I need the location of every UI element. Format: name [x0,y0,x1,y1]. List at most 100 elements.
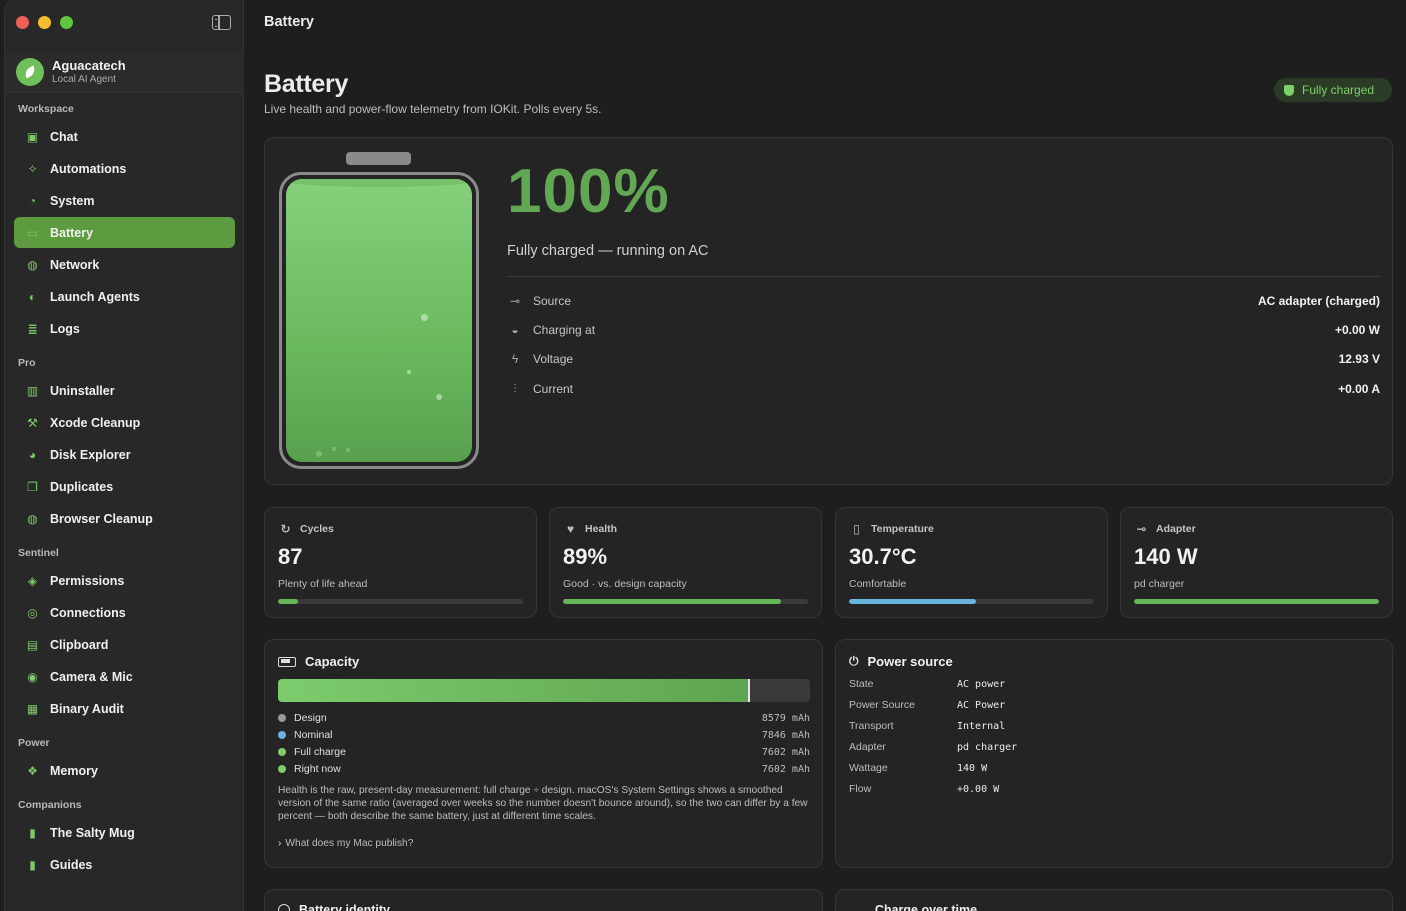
capacity-title: Capacity [278,654,359,669]
sidebar-item-xcode-cleanup[interactable]: ⚒ Xcode Cleanup [14,407,235,438]
hero-row-label: Source [533,294,572,308]
stat-card-adapter: ⊸ Adapter 140 W pd charger [1120,507,1393,618]
sidebar-item-label: The Salty Mug [50,825,135,840]
legend-swatch [278,765,286,773]
sidebar-toggle-icon[interactable] [212,15,231,30]
hero-row-value: AC adapter (charged) [1257,294,1380,308]
sidebar-item-connections[interactable]: ◎ Connections [14,597,235,628]
sidebar-item-guides[interactable]: ▮ Guides [14,849,235,880]
sidebar-item-system[interactable]: ◔ System [14,185,235,216]
clipboard-icon: ▤ [26,637,39,652]
sidebar-item-label: Camera & Mic [50,669,133,684]
sidebar-item-label: Browser Cleanup [50,511,153,526]
stat-label: Adapter [1156,522,1196,535]
power-source-key: Power Source [849,699,915,711]
sidebar-item-label: Disk Explorer [50,447,131,462]
sidebar-item-binary-audit[interactable]: ▦ Binary Audit [14,693,235,724]
status-badge-label: Fully charged [1302,83,1375,97]
sidebar-item-label: Logs [50,321,80,336]
list-icon: ≣ [27,321,38,336]
power-source-key: Flow [849,783,872,795]
hero-row-label: Voltage [533,352,574,366]
globe-icon: ◍ [27,511,38,526]
nav-section-companions: Companions [18,799,82,811]
stat-bar-fill [278,599,298,604]
capacity-legend-full-charge: Full charge 7602 mAh [278,745,810,759]
sidebar-item-battery[interactable]: ▭ Battery [14,217,235,248]
stat-bar [1134,599,1379,604]
legend-label: Design [294,712,327,724]
shield-icon: ◐ [28,289,37,304]
legend-label: Nominal [294,729,333,741]
power-source-row-power-source: Power Source AC Power [849,698,1369,712]
minimize-window-button[interactable] [38,16,51,29]
stat-card-temperature: ▯ Temperature 30.7°C Comfortable [835,507,1108,618]
sidebar-item-camera-mic[interactable]: ◉ Camera & Mic [14,661,235,692]
stat-bar [849,599,1094,604]
close-window-button[interactable] [16,16,29,29]
divider [507,276,1380,277]
sidebar-item-memory[interactable]: ❖ Memory [14,755,235,786]
plug-icon: ⊸ [1136,521,1147,536]
bubble [332,447,336,451]
sidebar-item-launch-agents[interactable]: ◐ Launch Agents [14,281,235,312]
battery-fill [286,179,472,462]
sidebar-item-disk-explorer[interactable]: ◕ Disk Explorer [14,439,235,470]
bubble [421,314,428,321]
stat-value: 30.7°C [849,544,917,569]
power-source-card: ⏻ Power source State AC power Power Source… [835,639,1393,868]
power-source-key: State [849,678,874,690]
stat-value: 140 W [1134,544,1198,569]
bolt-icon: ϟ [511,352,519,366]
stat-header: ⊸ Adapter [1134,521,1196,536]
sidebar-item-permissions[interactable]: ◈ Permissions [14,565,235,596]
network-icon: ◎ [27,605,38,620]
sidebar-item-network[interactable]: ◍ Network [14,249,235,280]
stat-value: 89% [563,544,608,569]
sidebar-item-label: Uninstaller [50,383,115,398]
sidebar-item-duplicates[interactable]: ❐ Duplicates [14,471,235,502]
legend-swatch [278,714,286,722]
battery-icon: ▭ [26,225,39,240]
battery-graphic [279,172,479,469]
wand-icon: ✧ [27,161,38,176]
hero-row-value: +0.00 A [1338,382,1380,396]
stat-note: Plenty of life ahead [278,578,368,590]
capacity-card: Capacity Health is the raw, present-day … [264,639,823,868]
sidebar-item-the-salty-mug[interactable]: ▮ The Salty Mug [14,817,235,848]
hero-row-charging-at: ◒ Charging at +0.00 W [507,320,1380,340]
leaf-logo-icon [16,58,44,86]
stat-card-health: ♥ Health 89% Good · vs. design capacity [549,507,822,618]
status-badge: Fully charged [1274,78,1392,102]
zoom-window-button[interactable] [60,16,73,29]
sidebar-item-logs[interactable]: ≣ Logs [14,313,235,344]
capacity-legend-right-now: Right now 7602 mAh [278,762,810,776]
sidebar-item-clipboard[interactable]: ▤ Clipboard [14,629,235,660]
charge-percent: 100% [507,157,670,226]
legend-value: 7602 mAh [761,763,810,775]
sidebar-item-automations[interactable]: ✧ Automations [14,153,235,184]
heart-icon: ♥ [566,521,575,536]
capacity-note: Health is the raw, present-day measureme… [278,785,808,822]
hero-row-source: ⊸ Source AC adapter (charged) [507,291,1380,311]
capacity-bar-fill [278,679,750,702]
legend-value: 8579 mAh [761,712,810,724]
hammer-icon: ⚒ [27,415,38,430]
sidebar-item-uninstaller[interactable]: ▥ Uninstaller [14,375,235,406]
sidebar-item-chat[interactable]: ▣ Chat [14,121,235,152]
battery-hero-card: 100% Fully charged — running on AC ⊸ Sour… [264,137,1393,485]
power-source-value: AC power [957,678,1006,690]
hero-row-value: 12.93 V [1338,352,1380,366]
capacity-legend-design: Design 8579 mAh [278,711,810,725]
stat-label: Cycles [300,522,334,535]
legend-label: Full charge [294,746,346,758]
mac-publish-disclosure[interactable]: › What does my Mac publish? [278,838,413,849]
capacity-bar [278,679,810,702]
app-subtitle: Local AI Agent [52,74,116,85]
battery-terminal [346,152,411,165]
sidebar-item-browser-cleanup[interactable]: ◍ Browser Cleanup [14,503,235,534]
sidebar-item-label: Xcode Cleanup [50,415,141,430]
power-source-row-wattage: Wattage 140 W [849,761,1369,775]
power-source-row-flow: Flow +0.00 W [849,782,1369,796]
sidebar-item-label: Duplicates [50,479,114,494]
